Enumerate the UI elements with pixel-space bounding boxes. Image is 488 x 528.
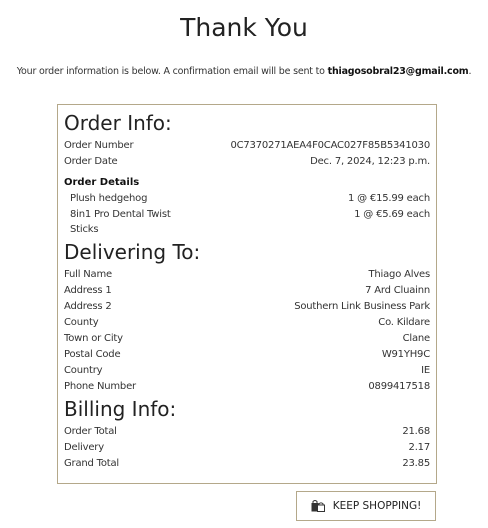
delivery-row: Delivery 2.17 bbox=[64, 440, 430, 456]
confirmation-message: Your order information is below. A confi… bbox=[0, 66, 488, 77]
country-value: IE bbox=[421, 364, 430, 376]
full-name-value: Thiago Alves bbox=[368, 268, 431, 280]
postal-code-row: Postal Code W91YH9C bbox=[64, 347, 430, 363]
customer-email: thiagosobral23@gmail.com bbox=[327, 66, 469, 77]
address-2-label: Address 2 bbox=[64, 300, 112, 312]
page-title: Thank You bbox=[180, 13, 308, 42]
delivery-value: 2.17 bbox=[408, 441, 431, 453]
town-row: Town or City Clane bbox=[64, 331, 430, 347]
address-2-value: Southern Link Business Park bbox=[294, 300, 430, 312]
phone-row: Phone Number 0899417518 bbox=[64, 379, 430, 395]
order-item-row: 8in1 Pro Dental Twist Sticks 1 @ €5.69 e… bbox=[64, 207, 430, 238]
town-value: Clane bbox=[402, 332, 431, 344]
grand-total-row: Grand Total 23.85 bbox=[64, 456, 430, 472]
order-total-value: 21.68 bbox=[402, 425, 430, 437]
order-item-name: Plush hedgehog bbox=[70, 193, 148, 204]
address-1-value: 7 Ard Cluainn bbox=[365, 284, 430, 296]
order-item-qty-price: 1 @ €15.99 each bbox=[347, 193, 430, 204]
grand-total-value: 23.85 bbox=[402, 457, 430, 469]
address-2-row: Address 2 Southern Link Business Park bbox=[64, 299, 430, 315]
order-date-row: Order Date Dec. 7, 2024, 12:23 p.m. bbox=[64, 154, 430, 170]
full-name-row: Full Name Thiago Alves bbox=[64, 267, 430, 283]
county-row: County Co. Kildare bbox=[64, 315, 430, 331]
order-number-value: 0C7370271AEA4F0CAC027F85B5341030 bbox=[230, 140, 430, 151]
county-value: Co. Kildare bbox=[378, 316, 430, 328]
order-number-label: Order Number bbox=[64, 140, 134, 151]
confirmation-period: . bbox=[468, 66, 472, 77]
keep-shopping-button[interactable]: KEEP SHOPPING! bbox=[296, 491, 436, 521]
order-item-row: Plush hedgehog 1 @ €15.99 each bbox=[64, 191, 430, 207]
county-label: County bbox=[64, 316, 99, 328]
order-number-row: Order Number 0C7370271AEA4F0CAC027F85B53… bbox=[64, 138, 430, 154]
order-total-row: Order Total 21.68 bbox=[64, 424, 430, 440]
delivering-to-title: Delivering To: bbox=[64, 239, 201, 264]
order-item-name: 8in1 Pro Dental Twist Sticks bbox=[70, 208, 171, 236]
shopping-bags-icon bbox=[311, 500, 325, 512]
address-1-row: Address 1 7 Ard Cluainn bbox=[64, 283, 430, 299]
keep-shopping-label: KEEP SHOPPING! bbox=[332, 500, 422, 512]
town-label: Town or City bbox=[64, 332, 123, 344]
order-item-qty-price: 1 @ €5.69 each bbox=[354, 208, 430, 220]
order-date-label: Order Date bbox=[64, 156, 118, 167]
confirmation-text: Your order information is below. A confi… bbox=[16, 66, 325, 77]
phone-value: 0899417518 bbox=[368, 380, 430, 392]
postal-code-value: W91YH9C bbox=[381, 348, 430, 360]
postal-code-label: Postal Code bbox=[64, 348, 121, 360]
order-details-title: Order Details bbox=[64, 177, 140, 188]
full-name-label: Full Name bbox=[64, 268, 112, 280]
phone-label: Phone Number bbox=[64, 380, 136, 392]
order-info-title: Order Info: bbox=[64, 111, 172, 135]
grand-total-label: Grand Total bbox=[64, 457, 120, 469]
delivery-label: Delivery bbox=[64, 441, 104, 453]
country-label: Country bbox=[64, 364, 103, 376]
address-1-label: Address 1 bbox=[64, 284, 112, 296]
order-date-value: Dec. 7, 2024, 12:23 p.m. bbox=[310, 156, 430, 167]
country-row: Country IE bbox=[64, 363, 430, 379]
order-total-label: Order Total bbox=[64, 425, 117, 437]
order-summary-box: Order Info: Order Number 0C7370271AEA4F0… bbox=[57, 104, 437, 484]
billing-info-title: Billing Info: bbox=[64, 396, 177, 421]
